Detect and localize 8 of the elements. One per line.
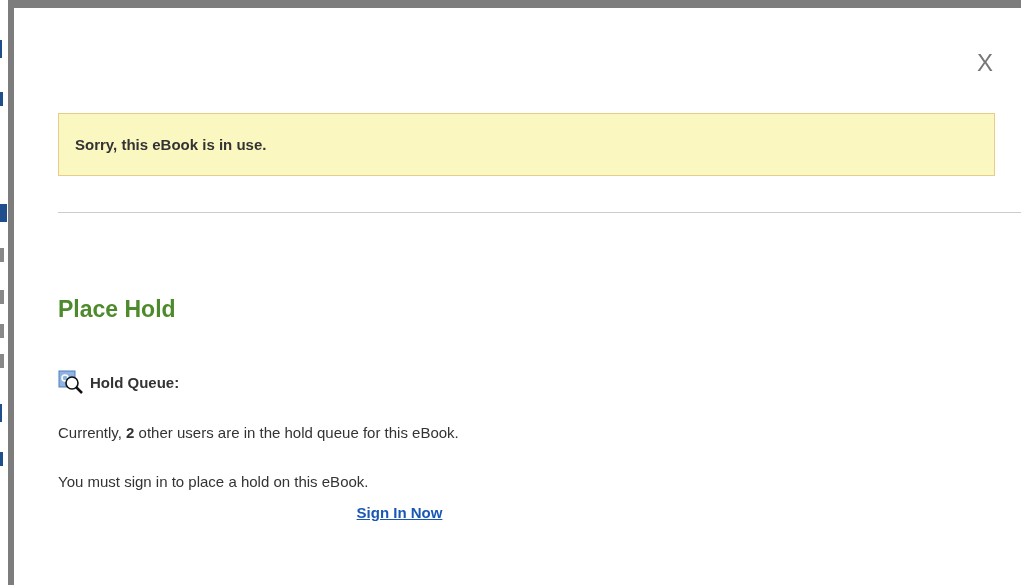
close-button[interactable]: X bbox=[977, 48, 993, 78]
search-document-icon bbox=[58, 370, 84, 394]
dialog-title: Place Hold bbox=[58, 296, 177, 323]
hold-queue-label: Hold Queue: bbox=[90, 373, 180, 391]
queue-text: Currently, 2 other users are in the hold queue for this eBook. bbox=[58, 424, 460, 441]
alert-message: Sorry, this eBook is in use. bbox=[58, 113, 995, 176]
sign-in-text: You must sign in to place a hold on this eBook. bbox=[58, 473, 370, 490]
sign-in-link[interactable]: Sign In Now bbox=[356, 504, 443, 521]
